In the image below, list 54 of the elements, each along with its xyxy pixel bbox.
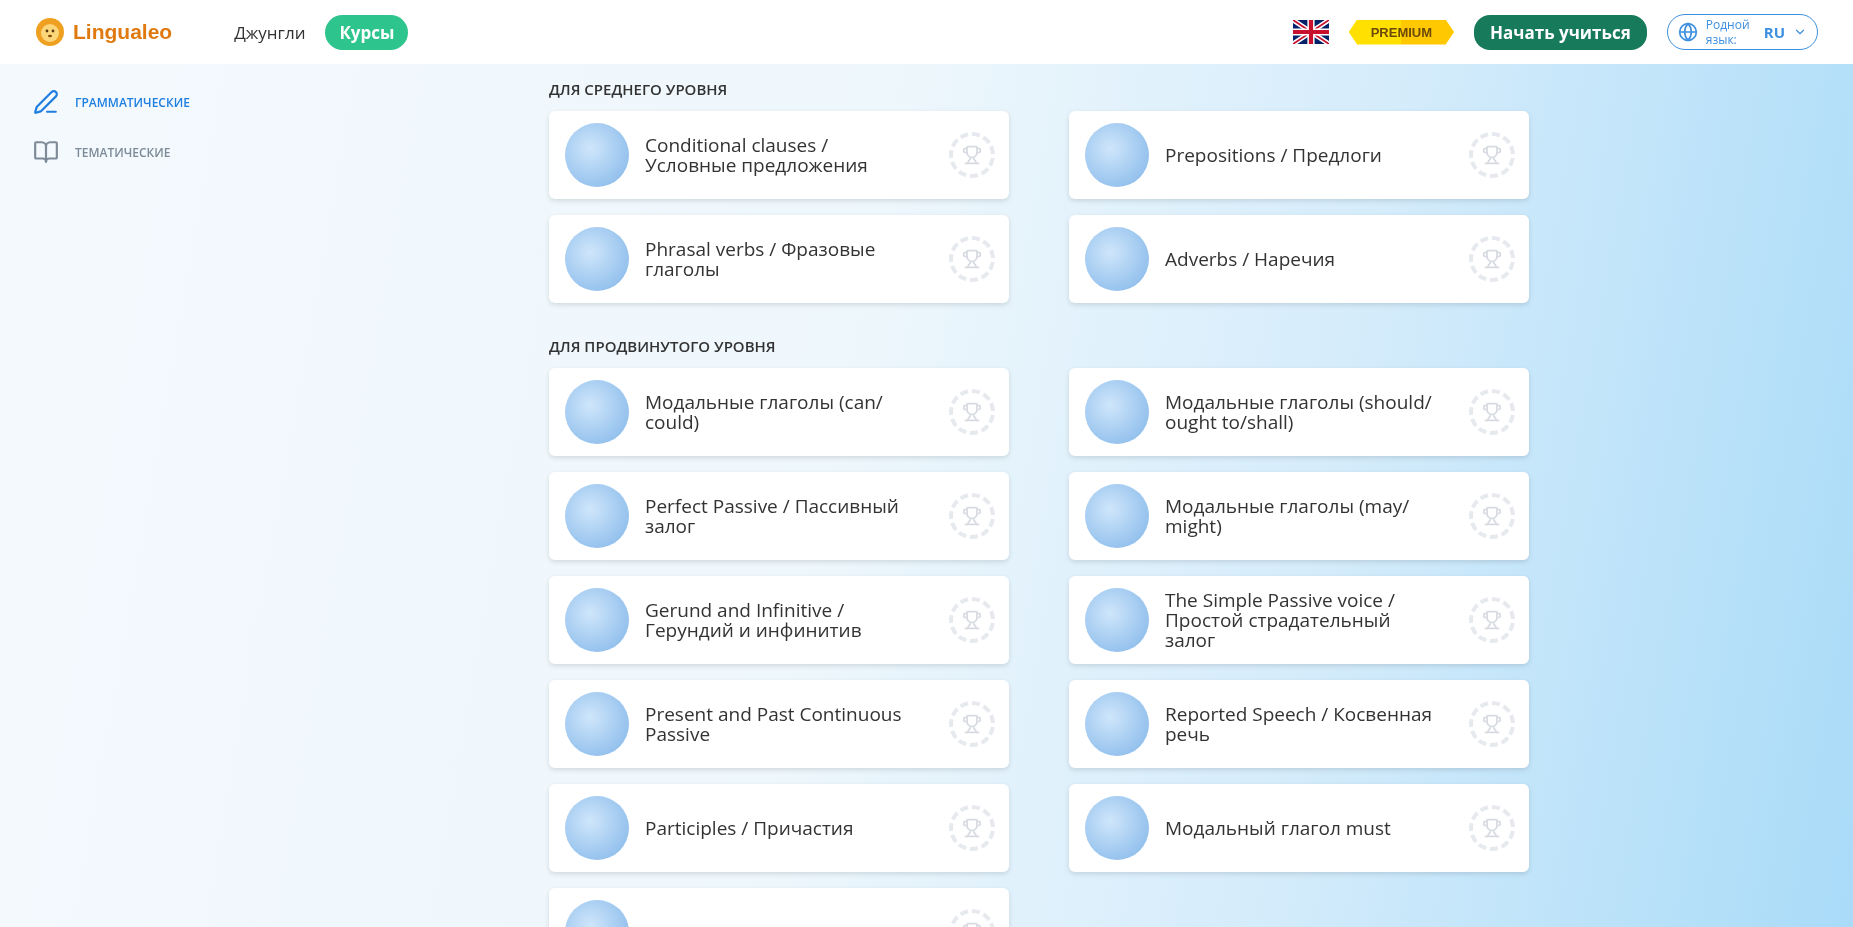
course-card[interactable]: Present and Past Continuous Passive xyxy=(549,680,1009,768)
course-title: Prepositions / Предлоги xyxy=(1165,145,1383,165)
nav-link[interactable]: Джунгли xyxy=(220,14,320,50)
course-title: Модальные глаголы (should/ ought to/shall) xyxy=(1165,392,1433,432)
course-card[interactable]: Phrasal verbs / Фразовые глаголы xyxy=(549,215,1009,303)
course-title: Present and Past Continuous Passive xyxy=(645,704,903,744)
course-title: The Simple Passive voice / Простой страдательный залог xyxy=(1165,590,1396,650)
course-card[interactable]: The Simple Passive voice / Простой страдательный залог xyxy=(1069,576,1529,664)
trophy-icon xyxy=(949,701,995,747)
trophy-icon xyxy=(949,389,995,435)
course-title: Conditional clauses / Условные предложения xyxy=(645,135,869,175)
course-title: Модальный глагол must xyxy=(1165,818,1392,838)
trophy-icon xyxy=(1469,389,1515,435)
trophy-icon xyxy=(1469,701,1515,747)
course-card[interactable]: Conditional clauses / Условные предложения xyxy=(549,111,1009,199)
section-title: ДЛЯ СРЕДНЕГО УРОВНЯ xyxy=(549,79,729,99)
course-title: Gerund and Infinitive / Герундий и инфинитив xyxy=(645,600,863,640)
course-title: Модальные глаголы (may/ might) xyxy=(1165,496,1411,536)
course-title: Модальные глаголы (can/ could) xyxy=(645,392,884,432)
trophy-icon xyxy=(949,132,995,178)
course-card[interactable]: Модальные глаголы (should/ ought to/shall) xyxy=(1069,368,1529,456)
course-card[interactable]: Модальные глаголы (can/ could) xyxy=(549,368,1009,456)
trophy-icon xyxy=(1469,493,1515,539)
trophy-icon xyxy=(1469,805,1515,851)
course-card[interactable]: Модальные глаголы (may/ might) xyxy=(1069,472,1529,560)
course-title: Perfect Passive / Пассивный залог xyxy=(645,496,900,536)
trophy-icon xyxy=(949,805,995,851)
course-title: Reported Speech / Косвенная речь xyxy=(1165,704,1433,744)
course-title: Phrasal verbs / Фразовые глаголы xyxy=(645,239,877,279)
trophy-icon xyxy=(1469,132,1515,178)
trophy-icon xyxy=(949,236,995,282)
start-learning-button[interactable]: Начать учиться xyxy=(1474,14,1647,50)
sidebar-item[interactable]: ГРАММАТИЧЕСКИЕ xyxy=(33,89,549,115)
trophy-icon xyxy=(1469,597,1515,643)
course-card[interactable]: Prepositions / Предлоги xyxy=(1069,111,1529,199)
course-card[interactable]: Gerund and Infinitive / Герундий и инфинитив xyxy=(549,576,1009,664)
language-selector[interactable]: Родной язык: RU xyxy=(1666,14,1818,50)
course-card[interactable]: Модальный глагол must xyxy=(1069,784,1529,872)
globe-icon xyxy=(1677,22,1698,42)
course-title: Participles / Причастия xyxy=(645,818,855,838)
trophy-icon xyxy=(1469,236,1515,282)
book-icon xyxy=(33,139,59,165)
section-title: ДЛЯ ПРОДВИНУТОГО УРОВНЯ xyxy=(549,336,777,356)
trophy-icon xyxy=(949,493,995,539)
uk-flag-icon[interactable] xyxy=(1292,20,1329,44)
course-card[interactable]: Perfect Passive / Пассивный залог xyxy=(549,472,1009,560)
course-card[interactable]: Reported Speech / Косвенная речь xyxy=(1069,680,1529,768)
premium-badge[interactable]: PREMIUM xyxy=(1348,19,1455,45)
pen-icon xyxy=(33,89,59,115)
course-card[interactable]: Adverbs / Наречия xyxy=(1069,215,1529,303)
course-card[interactable]: Participles / Причастия xyxy=(549,784,1009,872)
course-title: Adverbs / Наречия xyxy=(1165,249,1337,269)
lion-logo-icon xyxy=(35,17,65,47)
trophy-icon xyxy=(949,597,995,643)
